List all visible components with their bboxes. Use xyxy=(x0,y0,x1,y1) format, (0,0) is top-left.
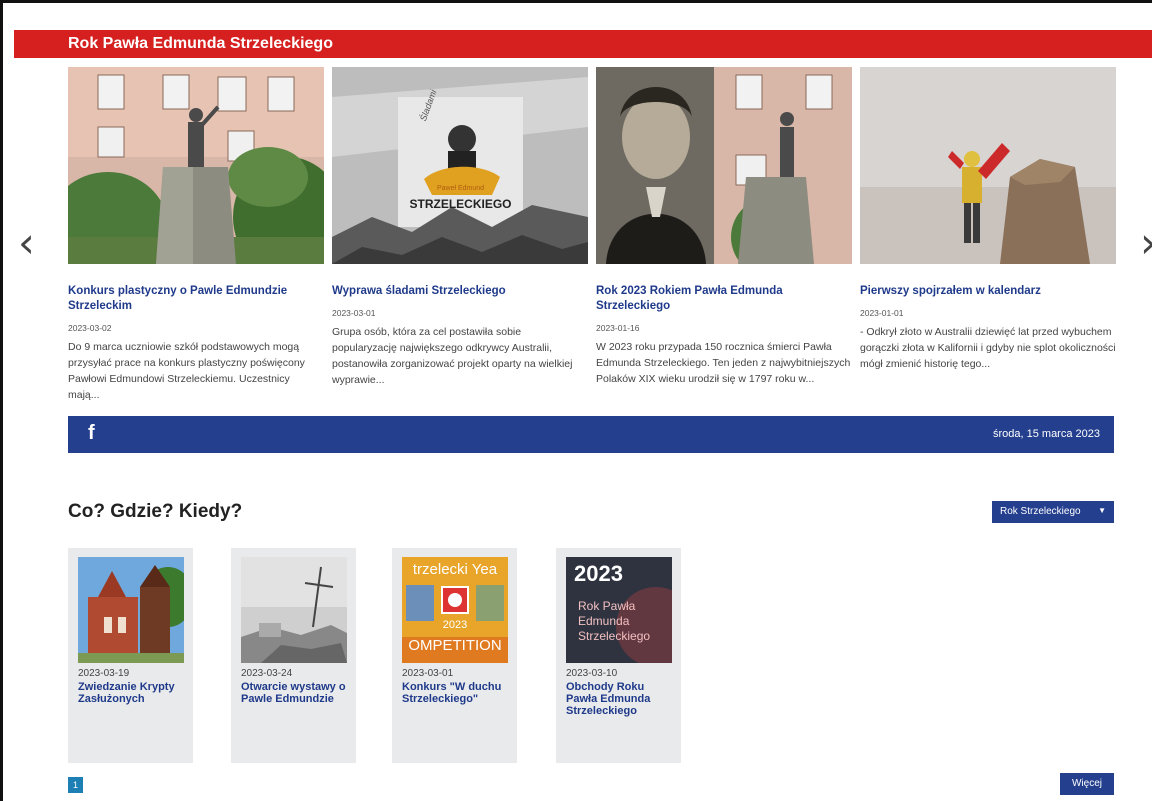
expedition-poster[interactable]: STRZELECKIEGO Paweł Edmund Śladami xyxy=(332,67,588,264)
portrait-photo[interactable] xyxy=(596,67,852,264)
event-title[interactable]: Obchody Roku Pawła Edmunda Strzeleckiego xyxy=(566,681,676,717)
event-date: 2023-03-01 xyxy=(402,668,454,679)
news-excerpt: W 2023 roku przypada 150 rocznica śmierc… xyxy=(596,341,851,385)
competition-poster[interactable]: trzelecki Yea 2023 OMPETITION xyxy=(402,557,508,663)
poster-headline: STRZELECKIEGO xyxy=(409,197,512,211)
event-date: 2023-03-10 xyxy=(566,668,618,679)
poster-year: 2023 xyxy=(574,561,623,586)
church-photo[interactable] xyxy=(78,557,184,663)
more-button[interactable]: Więcej xyxy=(1060,773,1114,795)
header-bar: Rok Pawła Edmunda Strzeleckiego xyxy=(14,30,1152,58)
events-heading: Co? Gdzie? Kiedy? xyxy=(68,501,243,522)
news-excerpt: - Odkrył złoto w Australii dziewięć lat … xyxy=(860,326,1116,370)
page-title: Rok Pawła Edmunda Strzeleckiego xyxy=(68,35,333,52)
news-title[interactable]: Konkurs plastyczny o Pawle Edmundzie Str… xyxy=(68,284,324,314)
news-date: 2023-01-16 xyxy=(596,323,640,333)
poster-bottom-text: OMPETITION xyxy=(408,637,502,654)
info-bar: f środa, 15 marca 2023 xyxy=(68,416,1114,453)
news-card[interactable]: Pierwszy spojrzałem w kalendarz 2023-01-… xyxy=(860,67,1116,372)
news-date: 2023-03-02 xyxy=(68,323,112,333)
category-select[interactable]: Rok Strzeleckiego ▼ xyxy=(992,501,1114,523)
pagination-page-1[interactable]: 1 xyxy=(68,777,83,793)
summit-photo[interactable] xyxy=(860,67,1116,264)
poster-line-3: Strzeleckiego xyxy=(578,629,651,643)
event-card[interactable]: trzelecki Yea 2023 OMPETITION 2023-03-01… xyxy=(392,548,517,763)
current-date: środa, 15 marca 2023 xyxy=(992,428,1100,440)
event-title[interactable]: Otwarcie wystawy o Pawle Edmundzie xyxy=(241,681,351,705)
chevron-left-icon[interactable]: ‹ xyxy=(18,222,35,264)
event-card[interactable]: 2023 Rok Pawła Edmunda Strzeleckiego 202… xyxy=(556,548,681,763)
category-select-value: Rok Strzeleckiego xyxy=(1000,506,1081,517)
anniversary-poster[interactable]: 2023 Rok Pawła Edmunda Strzeleckiego xyxy=(566,557,672,663)
news-title[interactable]: Wyprawa śladami Strzeleckiego xyxy=(332,284,588,299)
event-card[interactable]: 2023-03-19 Zwiedzanie Krypty Zasłużonych xyxy=(68,548,193,763)
news-title[interactable]: Rok 2023 Rokiem Pawła Edmunda Strzelecki… xyxy=(596,284,852,314)
poster-year: 2023 xyxy=(442,619,468,631)
event-date: 2023-03-19 xyxy=(78,668,130,679)
chevron-right-icon[interactable]: › xyxy=(1140,222,1152,264)
news-card[interactable]: Rok 2023 Rokiem Pawła Edmunda Strzelecki… xyxy=(596,67,852,387)
facebook-icon[interactable]: f xyxy=(88,422,95,445)
news-excerpt: Do 9 marca uczniowie szkół podstawowych … xyxy=(68,341,305,401)
news-card[interactable]: Konkurs plastyczny o Pawle Edmundzie Str… xyxy=(68,67,324,403)
statue-photo[interactable] xyxy=(68,67,324,264)
poster-line-2: Edmunda xyxy=(578,614,630,628)
poster-subline: Paweł Edmund xyxy=(436,185,485,192)
event-title[interactable]: Zwiedzanie Krypty Zasłużonych xyxy=(78,681,188,705)
news-excerpt: Grupa osób, która za cel postawiła sobie… xyxy=(332,326,573,386)
news-date: 2023-03-01 xyxy=(332,308,376,318)
news-date: 2023-01-01 xyxy=(860,308,904,318)
event-date: 2023-03-24 xyxy=(241,668,293,679)
caret-down-icon: ▼ xyxy=(1098,506,1106,515)
poster-top-text: trzelecki Yea xyxy=(412,561,498,578)
news-card[interactable]: STRZELECKIEGO Paweł Edmund Śladami Wypra… xyxy=(332,67,588,388)
news-title[interactable]: Pierwszy spojrzałem w kalendarz xyxy=(860,284,1116,299)
event-title[interactable]: Konkurs "W duchu Strzeleckiego" xyxy=(402,681,512,705)
event-card[interactable]: 2023-03-24 Otwarcie wystawy o Pawle Edmu… xyxy=(231,548,356,763)
exhibition-photo[interactable] xyxy=(241,557,347,663)
poster-line-1: Rok Pawła xyxy=(578,599,636,613)
